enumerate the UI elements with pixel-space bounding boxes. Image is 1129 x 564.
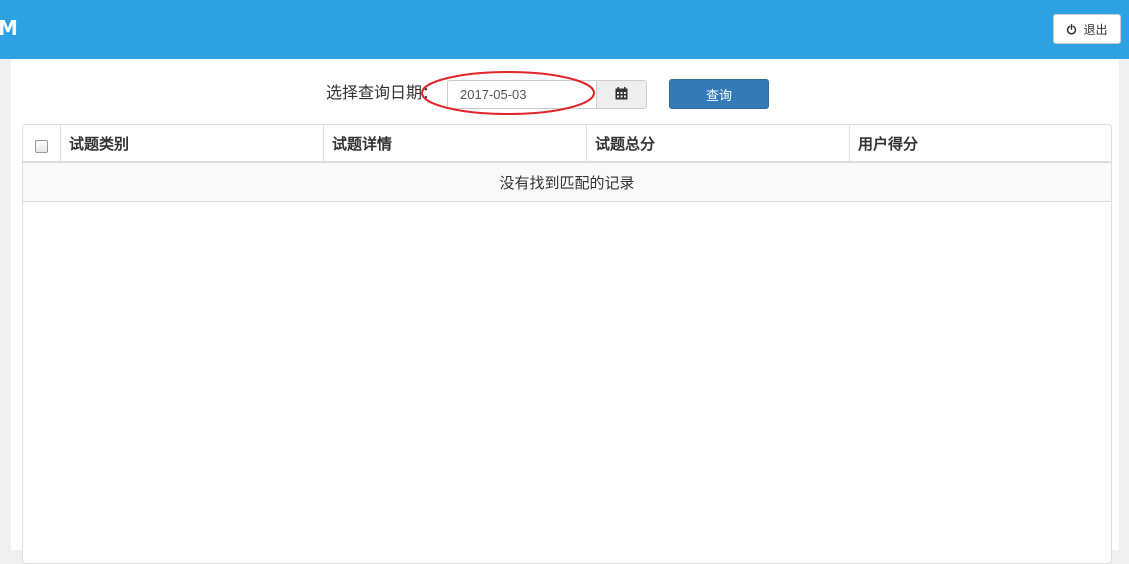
calendar-button[interactable] — [596, 80, 647, 109]
date-input[interactable] — [447, 80, 597, 109]
empty-records-message: 没有找到匹配的记录 — [23, 163, 1111, 202]
search-button[interactable]: 查询 — [669, 79, 769, 109]
column-header-details[interactable]: 试题详情 — [323, 125, 586, 161]
brand-logo: M — [0, 16, 18, 40]
records-table: 试题类别 试题详情 试题总分 用户得分 没有找到匹配的记录 — [22, 124, 1112, 564]
column-header-total-score[interactable]: 试题总分 — [586, 125, 849, 161]
date-query-label: 选择查询日期： — [326, 83, 439, 102]
logout-button[interactable]: 退出 — [1053, 14, 1121, 44]
logout-label: 退出 — [1083, 22, 1108, 37]
power-icon — [1066, 23, 1077, 35]
column-header-user-score[interactable]: 用户得分 — [849, 125, 1111, 161]
calendar-icon — [615, 85, 628, 104]
select-all-checkbox[interactable] — [35, 139, 48, 153]
column-header-category[interactable]: 试题类别 — [60, 125, 323, 161]
top-navbar: M 退出 — [0, 0, 1129, 59]
table-header: 试题类别 试题详情 试题总分 用户得分 — [23, 125, 1111, 163]
select-all-cell — [23, 125, 60, 161]
